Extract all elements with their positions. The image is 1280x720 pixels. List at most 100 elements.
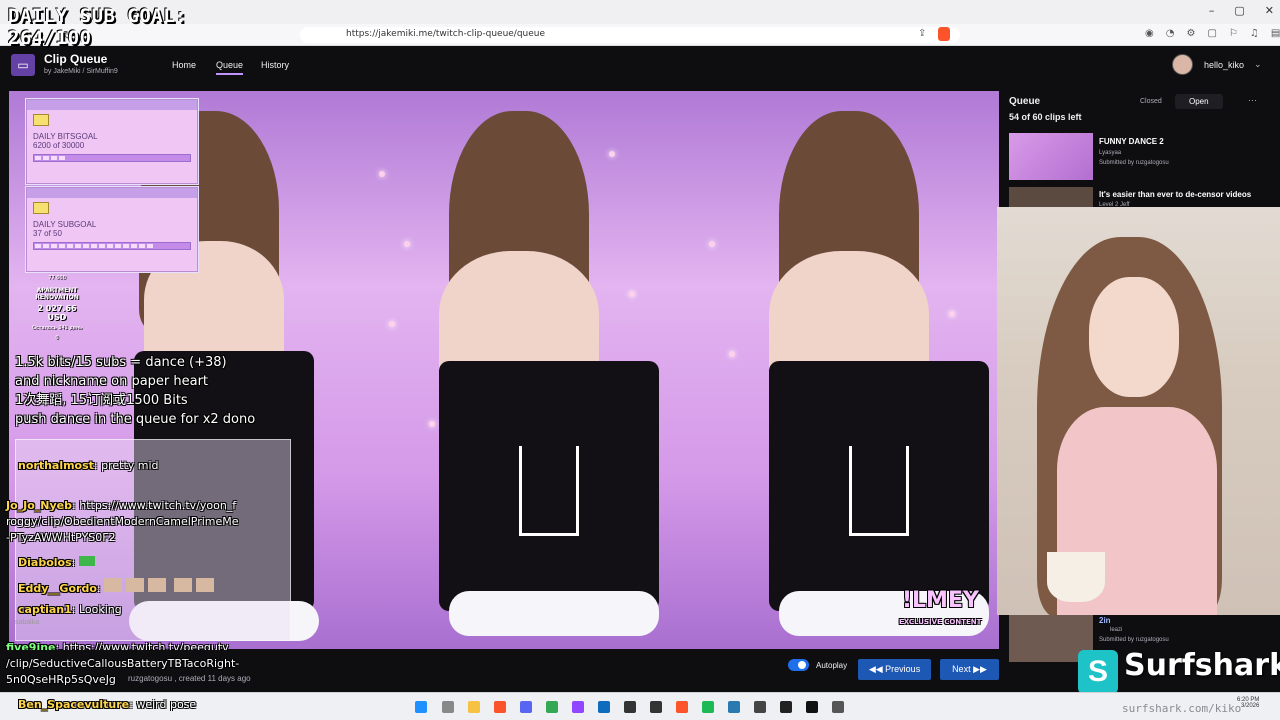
renovation-zero: 0 — [55, 335, 59, 341]
edge-icon[interactable] — [598, 701, 610, 713]
nav-history[interactable]: History — [261, 60, 289, 70]
chat-message: northalmost: pretty mid — [18, 459, 159, 472]
chat-username: Jo_Jo_Nyeb — [6, 499, 73, 512]
noodle-bowl — [1047, 552, 1105, 602]
username[interactable]: hello_kiko — [1204, 60, 1244, 70]
dancer-apron — [849, 446, 909, 536]
renovation-label: APARTMENT RENOVATION — [35, 287, 79, 301]
emote-icon — [104, 578, 215, 592]
dancer-frill — [449, 591, 659, 636]
dance-line: 1.5k bits/15 subs = dance (+38) — [15, 355, 227, 370]
chat-message: /clip/SeductiveCallousBatteryTBTacoRight… — [6, 657, 240, 670]
music-icon[interactable]: ♫ — [1250, 28, 1259, 39]
chat-message: captian1: Looking — [18, 603, 122, 616]
clip-title[interactable]: 2in — [1099, 616, 1111, 625]
start-icon[interactable] — [415, 701, 427, 713]
url-field[interactable]: https://jakemiki.me/twitch-clip-queue/qu… — [300, 27, 960, 43]
search-icon[interactable] — [442, 701, 454, 713]
queue-closed-button[interactable]: Closed — [1130, 96, 1172, 107]
author-link[interactable]: JakeMiki — [53, 68, 80, 75]
decor — [389, 321, 395, 327]
nav-queue[interactable]: Queue — [216, 60, 244, 75]
decor — [709, 241, 715, 247]
renovation-sub: Осталось 341 день — [31, 325, 83, 331]
clip-channel: Lyasyaa — [1099, 150, 1122, 156]
sub-goal-progress — [33, 242, 191, 250]
discord-icon[interactable] — [520, 701, 532, 713]
brave-icon[interactable] — [494, 701, 506, 713]
window-controls: – ▢ ✕ — [1209, 4, 1274, 17]
chat-text: weird pose — [136, 698, 197, 711]
chat-username: Diabolos — [18, 556, 72, 569]
emote-icon — [78, 556, 95, 566]
close-icon[interactable]: ✕ — [1265, 4, 1274, 17]
extension-icon[interactable]: ◔ — [1166, 28, 1175, 39]
by-label: by — [44, 68, 52, 75]
share-icon[interactable]: ⇪ — [918, 28, 926, 39]
dance-line: 1次舞蹈, 15订阅或1500 Bits — [15, 393, 188, 408]
bits-goal-progress — [33, 154, 191, 162]
chat-username: Ben_Spacevulture — [18, 698, 130, 711]
clip-channel: leazi — [1110, 627, 1123, 633]
autoplay-knob[interactable] — [798, 661, 806, 669]
folder-icon[interactable] — [468, 701, 480, 713]
decor — [404, 241, 410, 247]
maximize-icon[interactable]: ▢ — [1234, 4, 1244, 17]
next-label: Next — [952, 664, 971, 674]
system-clock[interactable]: 6:20 PM 3/2026 — [1237, 697, 1259, 709]
app-icon[interactable] — [832, 701, 844, 713]
app-title: Clip Queue — [44, 52, 108, 66]
renovation-widget: 77 000 APARTMENT RENOVATION 2 027.66 USD… — [27, 275, 87, 347]
clip-thumbnail[interactable] — [1009, 187, 1093, 209]
clock-date: 3/2026 — [1241, 703, 1260, 709]
avatar[interactable] — [1172, 54, 1193, 75]
previous-button[interactable]: ◀◀ Previous — [858, 659, 931, 680]
bits-goal-label: DAILY BITSGOAL — [33, 132, 98, 141]
brave-shield-icon[interactable] — [938, 27, 950, 41]
next-button[interactable]: Next ▶▶ — [940, 659, 999, 680]
extension-icon[interactable]: ◉ — [1145, 28, 1154, 39]
app-icon[interactable] — [624, 701, 636, 713]
obs-icon[interactable] — [754, 701, 766, 713]
reader-icon[interactable]: ▤ — [1271, 28, 1280, 39]
widget-titlebar — [27, 188, 197, 198]
clip-title[interactable]: It's easier than ever to de-censor video… — [1099, 190, 1251, 199]
minimize-icon[interactable]: – — [1209, 4, 1215, 17]
webcam-overlay — [997, 207, 1280, 615]
app-icon[interactable] — [728, 701, 740, 713]
chrome-icon[interactable] — [546, 701, 558, 713]
terminal-icon[interactable] — [650, 701, 662, 713]
autoplay-label: Autoplay — [816, 661, 848, 670]
extension-icon[interactable]: ⚐ — [1229, 28, 1238, 39]
chat-message: Diabolos: — [18, 556, 95, 569]
player-controls: Autoplay ◀◀ Previous Next ▶▶ ruzgatogosu… — [0, 650, 1000, 690]
clip-meta: ruzgatogosu , created 11 days ago — [128, 674, 251, 683]
extension-icon[interactable]: ▢ — [1207, 28, 1216, 39]
tv-logo-icon[interactable]: ▭ — [11, 54, 35, 76]
clip-title[interactable]: FUNNY DANCE 2 — [1099, 137, 1164, 146]
extension-icon[interactable]: ⚙ — [1186, 28, 1195, 39]
chat-message: 5n0QseHRp5sQveJg — [6, 673, 116, 686]
chat-message: Ben_Spacevulture: weird pose — [18, 698, 197, 711]
more-options-icon[interactable]: ⋯ — [1248, 95, 1257, 106]
queue-sidebar: Queue Closed Open ⋯ 54 of 60 clips left … — [1000, 91, 1280, 211]
chat-user-sabalka: sabalka — [15, 619, 40, 626]
queue-open-button[interactable]: Open — [1175, 94, 1223, 109]
spotify-icon[interactable] — [702, 701, 714, 713]
app-icon[interactable] — [806, 701, 818, 713]
nav-home[interactable]: Home — [172, 60, 196, 70]
author-link[interactable]: SirMuffin9 — [86, 68, 117, 75]
clip-player[interactable]: DAILY BITSGOAL 6200 of 30000 DAILY SUBGO… — [9, 91, 999, 649]
decor — [629, 291, 635, 297]
chat-username: Eddy__Gordo — [18, 582, 97, 595]
clips-left-counter: 54 of 60 clips left — [1009, 112, 1082, 122]
chat-text: https://www.twitch.tv/yoon_f — [79, 499, 237, 512]
chat-text: Looking — [78, 603, 122, 616]
chevron-down-icon[interactable]: ⌄ — [1254, 59, 1262, 70]
clip-thumbnail[interactable] — [1009, 133, 1093, 180]
decor — [729, 351, 735, 357]
app-icon[interactable] — [780, 701, 792, 713]
app-icon[interactable] — [572, 701, 584, 713]
sub-goal-widget: DAILY SUBGOAL 37 of 50 — [26, 187, 198, 272]
brave-icon[interactable] — [676, 701, 688, 713]
